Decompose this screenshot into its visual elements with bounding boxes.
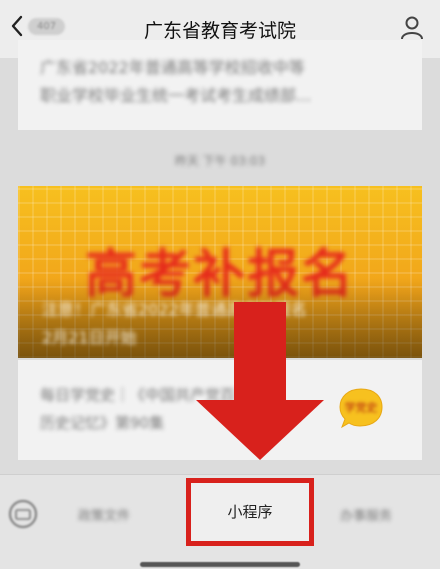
article-title-line-2: 职业学校毕业生统一考试考生成绩部... (40, 86, 312, 105)
menu-item-services-label: 办事服务 (340, 509, 393, 524)
menu-item-policy-docs-label: 政策文件 (78, 509, 131, 524)
article-title-line-1: 广东省2022年普通高等学校招收中等 (40, 58, 305, 77)
banner-caption-line-2: 2月21日开始 (42, 328, 137, 347)
menu-item-mini-program[interactable]: 小程序 (186, 478, 314, 546)
article-card-top[interactable]: 广东省2022年普通高等学校招收中等 职业学校毕业生统一考试考生成绩部... (18, 40, 422, 130)
message-timestamp: 昨天 下午 03:03 (174, 154, 266, 168)
keyboard-icon[interactable] (8, 499, 38, 529)
study-badge-text: 学党史 (344, 401, 378, 414)
menu-item-services[interactable]: 办事服务 (340, 505, 392, 524)
home-indicator (140, 562, 300, 567)
menu-item-mini-program-label: 小程序 (227, 503, 273, 521)
profile-icon[interactable] (398, 14, 426, 42)
menu-item-policy-docs[interactable]: 政策文件 (78, 505, 130, 524)
study-title-line-2: 历史记忆》第90集 (40, 414, 165, 432)
study-badge-icon: 学党史 (338, 386, 384, 430)
red-arrow-down-icon (196, 302, 324, 460)
page-title: 广东省教育考试院 (143, 20, 296, 42)
